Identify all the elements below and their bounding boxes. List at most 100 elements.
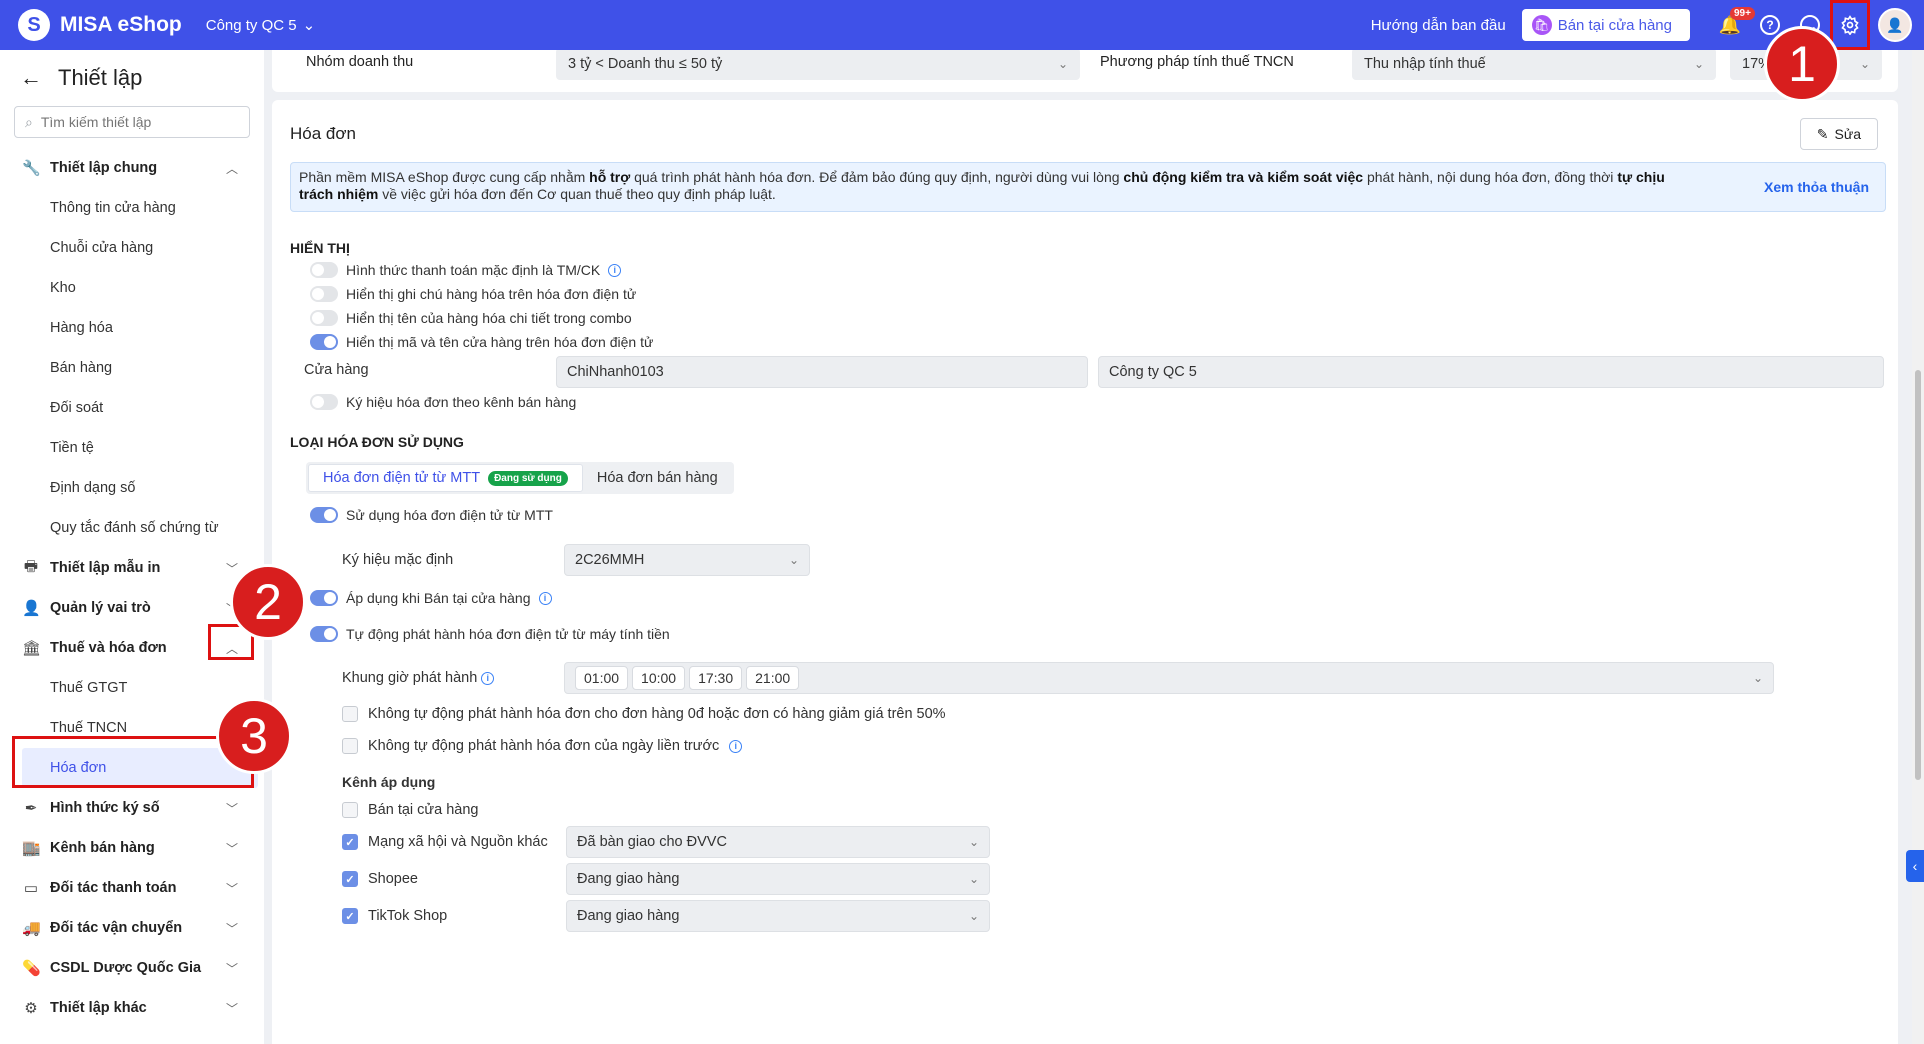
getting-started-link[interactable]: Hướng dẫn ban đầu (1371, 17, 1506, 34)
apply-store-toggle[interactable] (310, 590, 338, 606)
pill-icon: 💊 (22, 960, 41, 977)
user-avatar[interactable]: 👤 (1878, 8, 1912, 42)
wrench-icon: 🔧 (22, 160, 41, 177)
default-symbol-select[interactable]: 2C26MMH ⌄ (564, 544, 810, 576)
chevron-down-icon[interactable]: ﹀ (226, 920, 238, 937)
sidebar-group-7[interactable]: 🚚 Đối tác vận chuyển ﹀ (0, 908, 264, 948)
channel-status-select[interactable]: Đang giao hàng ⌄ (566, 863, 990, 895)
time-chip[interactable]: 10:00 (632, 666, 686, 690)
tab-mtt-invoice[interactable]: Hóa đơn điện tử từ MTT Đang sử dụng (308, 464, 583, 492)
channel-checkbox[interactable]: ✓ (342, 908, 358, 924)
settings-search[interactable]: ⌕ (14, 106, 250, 138)
sidebar-item[interactable]: Quy tắc đánh số chứng từ (0, 508, 264, 548)
info-icon[interactable]: i (729, 739, 743, 753)
back-arrow-icon[interactable]: ← (20, 65, 42, 91)
view-agreement-link[interactable]: Xem thỏa thuận (1764, 179, 1869, 196)
auto-issue-row[interactable]: Tự động phát hành hóa đơn điện tử từ máy… (310, 626, 670, 642)
app-logo[interactable]: S MISA eShop (18, 9, 182, 41)
chevron-up-icon[interactable]: ︿ (226, 160, 238, 177)
channel-status-select[interactable]: Đang giao hàng ⌄ (566, 900, 990, 932)
display-toggle-row[interactable]: Hiển thị mã và tên cửa hàng trên hóa đơn… (310, 334, 653, 350)
time-chip[interactable]: 01:00 (575, 666, 629, 690)
collapse-panel-handle[interactable]: ‹ (1906, 850, 1924, 882)
revenue-group-select[interactable]: 3 tỷ < Doanh thu ≤ 50 tỷ ⌄ (556, 50, 1080, 80)
settings-button[interactable] (1830, 0, 1870, 50)
time-chip[interactable]: 17:30 (689, 666, 743, 690)
apply-store-row[interactable]: Áp dụng khi Bán tại cửa hàng i (310, 590, 552, 606)
channel-checkbox[interactable]: ✓ (342, 871, 358, 887)
sidebar-group-1[interactable]: 🖶 Thiết lập mẫu in ﹀ (0, 548, 264, 588)
auto-issue-toggle[interactable] (310, 626, 338, 642)
settings-search-input[interactable] (40, 114, 221, 130)
sidebar-item[interactable]: Thuế GTGT (0, 668, 264, 708)
notice-text: quá trình phát hành hóa đơn. Để đảm bảo … (630, 169, 1124, 185)
info-icon[interactable]: i (608, 263, 622, 277)
chevron-down-icon[interactable]: ﹀ (226, 840, 238, 857)
display-toggle[interactable] (310, 262, 338, 278)
auto-issue-label: Tự động phát hành hóa đơn điện tử từ máy… (346, 626, 670, 642)
revenue-group-value: 3 tỷ < Doanh thu ≤ 50 tỷ (568, 56, 723, 72)
display-toggle-row[interactable]: Hình thức thanh toán mặc định là TM/CK i (310, 262, 622, 278)
no-auto-prev-checkbox[interactable] (342, 738, 358, 754)
edit-button[interactable]: ✎ Sửa (1799, 118, 1878, 150)
channel-row[interactable]: ✓ Shopee (342, 871, 418, 887)
sidebar-group-0[interactable]: 🔧 Thiết lập chung ︿ (0, 148, 264, 188)
pit-method-select[interactable]: Thu nhập tính thuế ⌄ (1352, 50, 1716, 80)
display-toggle-row[interactable]: Hiển thị tên của hàng hóa chi tiết trong… (310, 310, 632, 326)
page-scrollbar[interactable] (1912, 50, 1924, 1044)
sidebar-group-2[interactable]: 👤Quản lý vai trò﹀ (0, 588, 264, 628)
chevron-down-icon: ⌄ (968, 835, 979, 849)
sidebar-item[interactable]: Kho (0, 268, 264, 308)
display-toggle[interactable] (310, 310, 338, 326)
time-chip[interactable]: 21:00 (746, 666, 800, 690)
use-mtt-row[interactable]: Sử dụng hóa đơn điện tử từ MTT (310, 507, 553, 523)
use-mtt-toggle[interactable] (310, 507, 338, 523)
info-icon[interactable]: i (538, 591, 552, 605)
sidebar-group-8[interactable]: 💊 CSDL Dược Quốc Gia ﹀ (0, 948, 264, 988)
sidebar-item[interactable]: Thông tin cửa hàng (0, 188, 264, 228)
chevron-down-icon[interactable]: ﹀ (226, 960, 238, 977)
channel-row[interactable]: Bán tại cửa hàng (342, 802, 478, 818)
company-switcher[interactable]: Công ty QC 5 ⌄ (206, 16, 315, 35)
chevron-down-icon[interactable]: ﹀ (226, 800, 238, 817)
channel-row[interactable]: ✓ TikTok Shop (342, 908, 447, 924)
sidebar-group-6[interactable]: ▭ Đối tác thanh toán ﹀ (0, 868, 264, 908)
display-toggle[interactable] (310, 334, 338, 350)
scrollbar-thumb[interactable] (1915, 370, 1921, 780)
sell-at-store-button[interactable]: 🛍 Bán tại cửa hàng (1521, 9, 1690, 41)
sidebar-title: Thiết lập (58, 65, 143, 90)
sidebar-item[interactable]: Định dạng số (0, 468, 264, 508)
display-toggle-row[interactable]: Hiển thị ghi chú hàng hóa trên hóa đơn đ… (310, 286, 636, 302)
chevron-down-icon[interactable]: ﹀ (226, 560, 238, 577)
sidebar-group-9[interactable]: ⚙ Thiết lập khác ﹀ (0, 988, 264, 1028)
channel-checkbox[interactable]: ✓ (342, 834, 358, 850)
notifications-button[interactable]: 🔔 99+ (1710, 0, 1755, 50)
sidebar-item[interactable]: Chuỗi cửa hàng (0, 228, 264, 268)
info-icon[interactable]: i (481, 671, 495, 685)
apply-store-label: Áp dụng khi Bán tại cửa hàng (346, 590, 531, 606)
sidebar-group-5[interactable]: 🏬 Kênh bán hàng ﹀ (0, 828, 264, 868)
issue-time-select[interactable]: 01:00 10:00 17:30 21:00 ⌄ (564, 662, 1774, 694)
chevron-down-icon[interactable]: ﹀ (226, 880, 238, 897)
no-auto-prev-row[interactable]: Không tự động phát hành hóa đơn của ngày… (342, 738, 743, 754)
tab-sales-invoice[interactable]: Hóa đơn bán hàng (583, 464, 732, 492)
tab-sales-label: Hóa đơn bán hàng (596, 470, 718, 486)
sidebar-group-4[interactable]: ✒ Hình thức ký số ﹀ (0, 788, 264, 828)
store-name-field: Công ty QC 5 (1098, 356, 1884, 388)
sidebar-item[interactable]: Hàng hóa (0, 308, 264, 348)
sidebar-item[interactable]: Đối soát (0, 388, 264, 428)
chevron-down-icon: ⌄ (1859, 57, 1870, 71)
symbol-by-channel-toggle[interactable] (310, 394, 338, 410)
symbol-by-channel-row[interactable]: Ký hiệu hóa đơn theo kênh bán hàng (310, 394, 576, 410)
channel-status-select[interactable]: Đã bàn giao cho ĐVVC ⌄ (566, 826, 990, 858)
callout-step-1: 1 (1764, 26, 1840, 102)
channel-row[interactable]: ✓ Mạng xã hội và Nguồn khác (342, 834, 548, 850)
no-auto-zero-row[interactable]: Không tự động phát hành hóa đơn cho đơn … (342, 706, 946, 722)
sidebar-item[interactable]: Bán hàng (0, 348, 264, 388)
display-toggle[interactable] (310, 286, 338, 302)
no-auto-zero-checkbox[interactable] (342, 706, 358, 722)
chevron-down-icon[interactable]: ﹀ (226, 1000, 238, 1017)
main-content: Nhóm doanh thu 3 tỷ < Doanh thu ≤ 50 tỷ ⌄… (272, 50, 1912, 1044)
sidebar-item[interactable]: Tiền tệ (0, 428, 264, 468)
channel-checkbox[interactable] (342, 802, 358, 818)
